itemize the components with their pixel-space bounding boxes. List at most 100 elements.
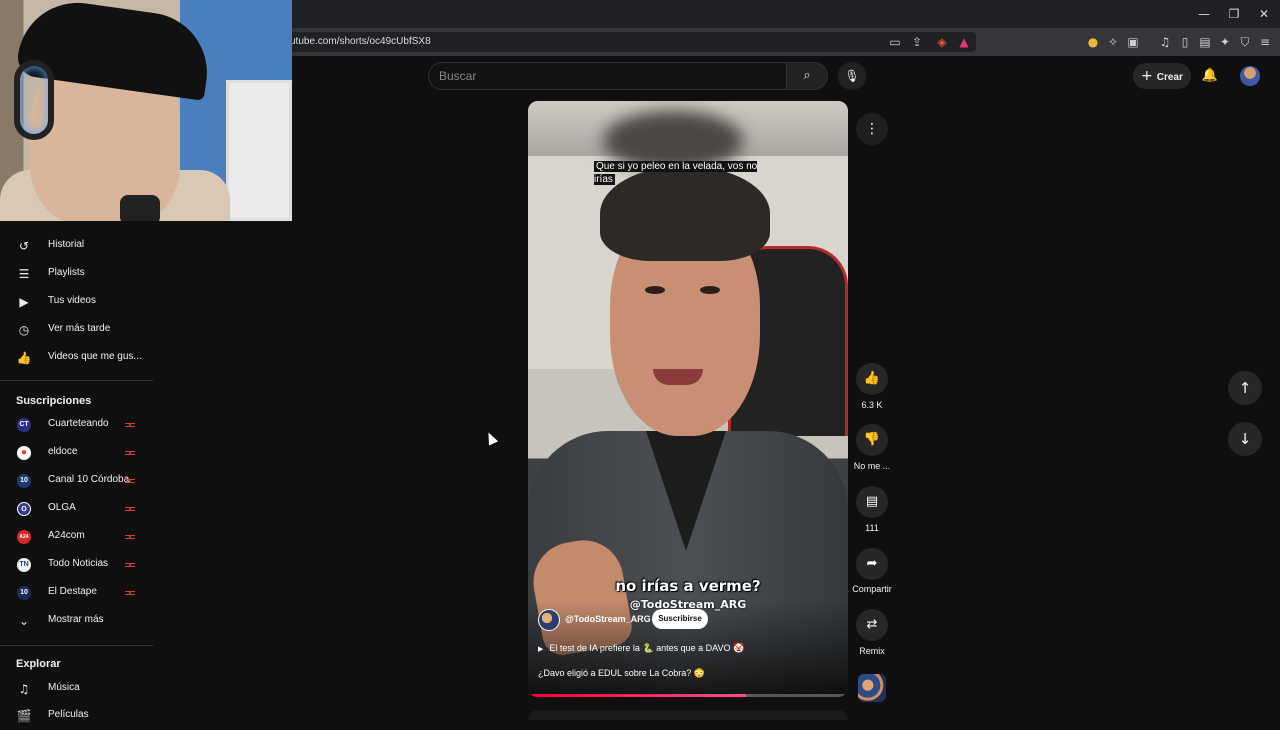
channel-avatar: O: [17, 502, 31, 516]
leo-icon[interactable]: ✦: [1216, 33, 1234, 51]
like-button[interactable]: 👍: [856, 363, 888, 395]
dislike-label: No me ...: [853, 461, 891, 471]
sidebar-divider: [0, 645, 153, 646]
liked-videos-icon: 👍: [16, 351, 32, 365]
play-icon: ▶: [538, 645, 544, 653]
create-button[interactable]: + Crear: [1133, 63, 1191, 89]
webcam-overlay: [0, 0, 292, 221]
sidebar-item-your-videos[interactable]: ▶ Tus videos: [0, 288, 153, 316]
sidebar-item-watch-later[interactable]: ◷ Ver más tarde: [0, 316, 153, 344]
sidebar-subscription[interactable]: TN Todo Noticias: [0, 551, 153, 579]
comment-icon: ▤: [865, 494, 879, 509]
sidebar-item-history[interactable]: ↺ Historial: [0, 232, 153, 260]
wallet-icon[interactable]: ▤: [1196, 33, 1214, 51]
more-vert-icon: ⋮: [865, 121, 879, 137]
live-icon: [125, 451, 135, 455]
rewards-icon[interactable]: ▲: [955, 33, 973, 51]
live-icon: [125, 507, 135, 511]
sidebar-subscription[interactable]: 10 Canal 10 Córdoba: [0, 467, 153, 495]
video-person-eye: [700, 286, 720, 294]
menu-icon[interactable]: ≡: [1256, 33, 1274, 51]
video-progress-fill: [528, 694, 746, 697]
sidebar-divider: [0, 380, 153, 381]
search-input[interactable]: [429, 63, 786, 89]
voice-search-button[interactable]: 🎙: [838, 62, 866, 90]
next-short-preview[interactable]: [528, 710, 848, 720]
channel-avatar: CT: [17, 418, 31, 432]
channel-avatar: 10: [17, 586, 31, 600]
plus-icon: +: [1141, 68, 1153, 84]
sidebar-subscription[interactable]: ● eldoce: [0, 439, 153, 467]
history-icon: ↺: [18, 239, 30, 253]
share-label: Compartir: [852, 584, 892, 594]
channel-avatar[interactable]: [538, 609, 560, 631]
screenshot-icon[interactable]: ▣: [1124, 33, 1142, 51]
subscribe-button[interactable]: Suscribirse: [652, 609, 708, 629]
search-button[interactable]: ⌕: [786, 62, 828, 90]
music-icon[interactable]: ♫: [1156, 33, 1174, 51]
dislike-button[interactable]: 👎: [856, 424, 888, 456]
sidebar-item-liked-videos[interactable]: 👍 Videos que me gus...: [0, 344, 153, 372]
sidebar-subscription[interactable]: O OLGA: [0, 495, 153, 523]
restore-button[interactable]: ❐: [1220, 4, 1248, 24]
sidebar-icon[interactable]: ▯: [1176, 33, 1194, 51]
video-title-line[interactable]: ▶ El test de IA prefiere la 🐍 antes que a…: [538, 643, 744, 654]
url-text[interactable]: utube.com/shorts/oc49cUbfSX8: [290, 36, 431, 47]
more-options-button[interactable]: ⋮: [856, 113, 888, 145]
video-description[interactable]: ¿Davo eligió a EDUL sobre La Cobra? 😳: [538, 668, 705, 679]
live-icon: [125, 591, 135, 595]
share-button[interactable]: ➦: [856, 548, 888, 580]
headphones-icon: [14, 60, 54, 140]
video-progress-bar[interactable]: [528, 694, 848, 697]
sidebar-subscription[interactable]: CT Cuarteteando: [0, 411, 153, 439]
short-video-player[interactable]: Que si yo peleo en la velada, vos no irí…: [528, 101, 848, 697]
minimize-button[interactable]: —: [1190, 4, 1218, 24]
comments-count: 111: [865, 523, 879, 533]
sidebar-item-movies[interactable]: 🎬 Películas: [0, 702, 153, 730]
sound-thumbnail[interactable]: [858, 674, 886, 702]
share-icon[interactable]: ⇪: [908, 33, 926, 51]
watch-later-icon: ◷: [18, 323, 30, 337]
sidebar-subscription[interactable]: 10 El Destape: [0, 579, 153, 607]
search-icon: ⌕: [803, 68, 811, 83]
microphone-icon: 🎙: [844, 69, 860, 83]
thumb-up-icon: 👍: [863, 371, 881, 386]
thumb-down-icon: 👎: [863, 432, 881, 447]
channel-avatar: 10: [17, 474, 31, 488]
channel-avatar: A24: [17, 530, 31, 544]
video-caption-top: Que si yo peleo en la velada, vos no irí…: [594, 161, 758, 185]
arrow-up-icon: ↑: [1238, 379, 1252, 397]
previous-short-button[interactable]: ↑: [1228, 371, 1262, 405]
comments-button[interactable]: ▤: [856, 486, 888, 518]
extensions-icon[interactable]: ✧: [1104, 33, 1122, 51]
video-person-eye: [645, 286, 665, 294]
brave-shield-icon[interactable]: ◈: [933, 33, 951, 51]
show-more-button[interactable]: ⌄ Mostrar más: [0, 607, 153, 635]
vpn-icon[interactable]: ⛉: [1236, 33, 1254, 51]
remix-icon: ⇄: [866, 617, 878, 632]
music-note-icon: ♫: [18, 682, 30, 696]
channel-avatar: TN: [17, 558, 31, 572]
your-videos-icon: ▶: [19, 295, 29, 309]
arrow-down-icon: ↓: [1238, 430, 1252, 448]
webcam-shelf: [226, 80, 292, 221]
share-arrow-icon: ➦: [866, 556, 878, 571]
sidebar-item-playlists[interactable]: ☰ Playlists: [0, 260, 153, 288]
subscriptions-title: Suscripciones: [16, 395, 92, 407]
sidebar-item-music[interactable]: ♫ Música: [0, 675, 153, 703]
search-box[interactable]: [428, 62, 786, 90]
account-avatar[interactable]: [1240, 66, 1260, 86]
notifications-button[interactable]: 🔔: [1200, 65, 1220, 87]
cast-icon[interactable]: ▭: [886, 33, 904, 51]
video-caption-burned: no irías a verme?: [615, 577, 761, 595]
remix-button[interactable]: ⇄: [856, 609, 888, 641]
live-icon: [125, 535, 135, 539]
channel-avatar: ●: [17, 446, 31, 460]
close-button[interactable]: ✕: [1250, 4, 1278, 24]
playlists-icon: ☰: [18, 267, 30, 281]
sidebar-subscription[interactable]: A24 A24com: [0, 523, 153, 551]
channel-name[interactable]: @TodoStream_ARG: [565, 614, 651, 624]
next-short-button[interactable]: ↓: [1228, 422, 1262, 456]
extension-color-icon[interactable]: ●: [1084, 33, 1102, 51]
movies-icon: 🎬: [16, 709, 32, 723]
